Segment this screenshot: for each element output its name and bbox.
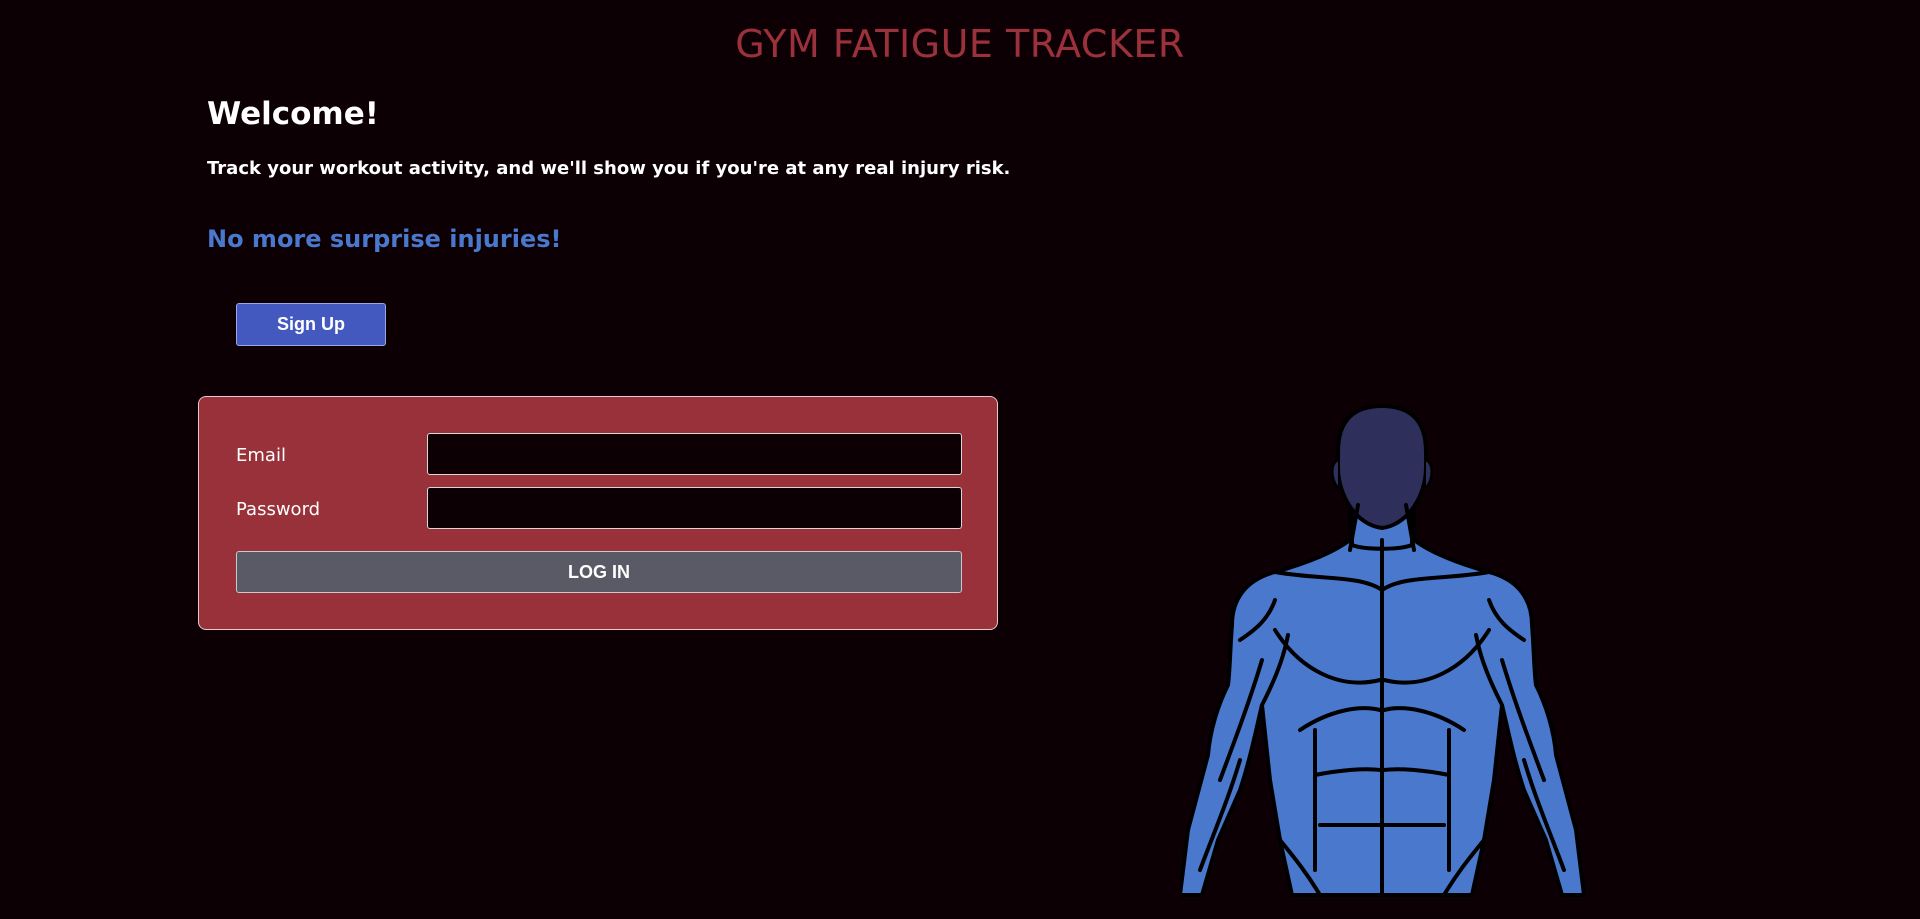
- tagline-text: Track your workout activity, and we'll s…: [207, 158, 1011, 179]
- welcome-heading: Welcome!: [207, 96, 379, 132]
- login-button[interactable]: LOG IN: [236, 551, 962, 593]
- email-label: Email: [236, 445, 286, 466]
- password-label: Password: [236, 499, 321, 520]
- muscle-body-icon: [1180, 403, 1586, 897]
- slogan-text: No more surprise injuries!: [207, 225, 562, 253]
- signup-button[interactable]: Sign Up: [236, 303, 386, 346]
- head: [1336, 403, 1428, 531]
- email-field[interactable]: [427, 433, 962, 475]
- app-title: GYM FATIGUE TRACKER: [735, 22, 1185, 66]
- page: GYM FATIGUE TRACKER Welcome! Track your …: [0, 0, 1920, 919]
- password-field[interactable]: [427, 487, 962, 529]
- login-form: Email Password LOG IN: [198, 396, 998, 630]
